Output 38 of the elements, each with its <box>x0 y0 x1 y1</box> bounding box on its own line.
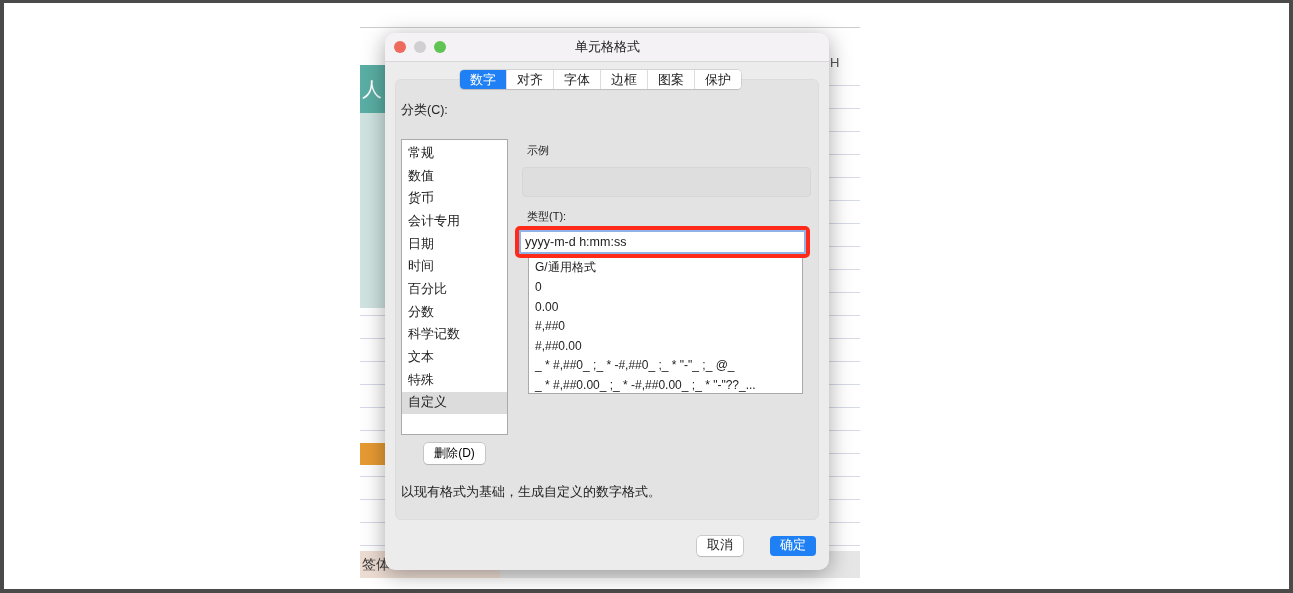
window-title: 单元格格式 <box>574 38 640 56</box>
type-label: 类型(T): <box>527 209 568 224</box>
delete-button[interactable]: 删除(D) <box>424 443 485 464</box>
category-item[interactable]: 分数 <box>402 300 507 324</box>
format-item[interactable]: _ * #,##0_ ;_ * -#,##0_ ;_ * "-"_ ;_ @_ <box>529 355 802 375</box>
tab[interactable]: 字体 <box>554 70 601 89</box>
format-item[interactable]: _ * #,##0.00_ ;_ * -#,##0.00_ ;_ * "-"??_... <box>529 375 802 395</box>
category-item[interactable]: 会计专用 <box>402 210 507 233</box>
category-item[interactable]: 日期 <box>402 232 507 256</box>
tab[interactable]: 保护 <box>695 70 741 89</box>
category-item[interactable]: 货币 <box>402 187 507 211</box>
format-item[interactable]: 0.00 <box>529 297 802 317</box>
category-item[interactable]: 自定义 <box>402 391 507 415</box>
zoom-icon[interactable] <box>434 41 446 53</box>
category-item[interactable]: 特殊 <box>402 368 507 392</box>
sample-label: 示例 <box>527 143 550 158</box>
minimize-icon[interactable] <box>414 41 426 53</box>
cancel-button[interactable]: 取消 <box>697 535 743 556</box>
category-item[interactable]: 科学记数 <box>402 323 507 347</box>
format-item[interactable]: G/通用格式 <box>529 258 802 278</box>
category-item[interactable]: 文本 <box>402 346 507 369</box>
tab[interactable]: 图案 <box>648 70 695 89</box>
column-header: H <box>830 55 840 70</box>
tab[interactable]: 数字 <box>460 70 507 89</box>
description-text: 以现有格式为基础，生成自定义的数字格式。 <box>401 484 661 501</box>
tab[interactable]: 边框 <box>601 70 648 89</box>
format-item[interactable]: #,##0 <box>529 316 802 336</box>
type-field[interactable]: yyyy-m-d h:mm:ss <box>519 230 806 254</box>
tab[interactable]: 对齐 <box>507 70 554 89</box>
category-item[interactable]: 百分比 <box>402 278 507 301</box>
category-item[interactable]: 时间 <box>402 255 507 279</box>
close-icon[interactable] <box>394 41 406 53</box>
category-item[interactable]: 常规 <box>402 142 507 165</box>
category-label: 分类(C): <box>401 103 448 117</box>
category-item[interactable]: 数值 <box>402 164 507 188</box>
format-item[interactable]: #,##0.00 <box>529 336 802 356</box>
ok-button[interactable]: 确定 <box>770 535 816 556</box>
format-item[interactable]: 0 <box>529 277 802 297</box>
